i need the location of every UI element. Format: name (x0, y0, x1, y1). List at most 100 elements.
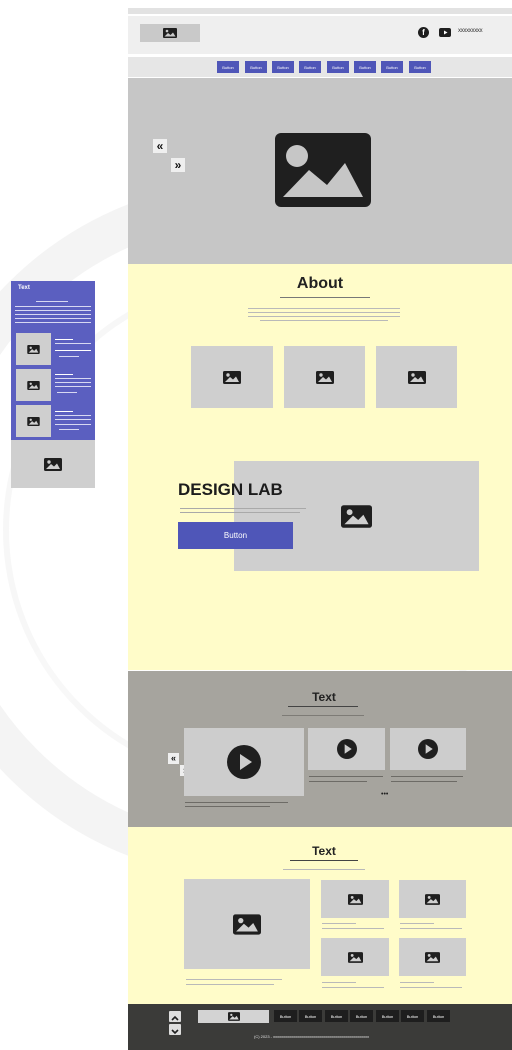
image-icon (227, 1012, 240, 1021)
about-text-line (248, 316, 400, 317)
image-icon (223, 370, 241, 384)
nav-buttons: Button Button Button Button Button Butto… (217, 61, 433, 73)
thumb-caption-line (391, 781, 457, 782)
mobile-item-line (55, 415, 91, 416)
mobile-item-line (59, 356, 79, 357)
thumb-caption-line (391, 776, 463, 777)
design-lab-text-line (180, 508, 306, 509)
logo-image-icon[interactable] (140, 24, 200, 42)
about-image-2 (284, 346, 365, 408)
video-thumb-1[interactable] (308, 728, 385, 770)
footer-button[interactable]: Button (299, 1010, 322, 1022)
image-icon (315, 370, 334, 384)
mobile-item-line (55, 378, 91, 379)
news-thumb-caption (400, 987, 462, 988)
hero-image-icon (275, 133, 371, 207)
thumb-caption-line (309, 776, 383, 777)
mobile-preview-title: Text (18, 285, 30, 291)
image-icon (347, 893, 363, 905)
video-section-title: Text (312, 690, 336, 704)
play-icon (336, 739, 357, 759)
video-player-main[interactable] (184, 728, 304, 796)
image-icon (27, 344, 40, 354)
news-thumb-caption (400, 923, 434, 924)
nav-button[interactable]: Button (272, 61, 294, 73)
facebook-icon[interactable]: f (418, 27, 429, 38)
news-subtitle-line (283, 869, 365, 870)
nav-button[interactable]: Button (381, 61, 403, 73)
news-main-caption-line (186, 984, 274, 985)
about-text-line (248, 308, 400, 309)
youtube-icon[interactable] (439, 28, 451, 37)
video-pagination-dots[interactable]: ••• (381, 791, 388, 798)
mobile-list-image-1 (16, 333, 51, 365)
hero-next-button[interactable]: » (171, 158, 185, 172)
news-title-underline (290, 860, 358, 861)
news-section: Text (128, 827, 512, 1004)
about-image-3 (376, 346, 457, 408)
play-icon (227, 745, 261, 779)
footer-nav: Button Button Button Button Button Butto… (274, 1010, 450, 1022)
mobile-text-line (36, 301, 68, 302)
mobile-text-line (15, 306, 91, 307)
play-icon (418, 739, 438, 759)
mobile-item-line (59, 429, 79, 430)
image-icon (27, 380, 40, 390)
news-thumb-4 (399, 938, 466, 976)
image-icon (44, 457, 62, 471)
nav-button[interactable]: Button (299, 61, 321, 73)
mobile-preview: Text (11, 281, 95, 440)
scroll-down-button[interactable] (169, 1024, 181, 1035)
image-icon (425, 951, 440, 963)
footer-button[interactable]: Button (401, 1010, 424, 1022)
chevron-up-icon (171, 1015, 179, 1021)
nav-button[interactable]: Button (409, 61, 431, 73)
mobile-text-line (15, 322, 91, 323)
hero-prev-button[interactable]: « (153, 139, 167, 153)
image-icon (407, 370, 426, 384)
image-icon (425, 893, 440, 905)
footer-button[interactable]: Button (350, 1010, 373, 1022)
thumb-caption-line (309, 781, 367, 782)
nav-button[interactable]: Button (354, 61, 376, 73)
account-text[interactable]: xxxxxxxxx (458, 28, 483, 34)
video-thumb-2[interactable] (390, 728, 466, 770)
image-icon (233, 913, 261, 935)
news-thumb-1 (321, 880, 389, 918)
mobile-item-line (55, 350, 91, 351)
scroll-up-button[interactable] (169, 1011, 181, 1022)
footer-button[interactable]: Button (325, 1010, 348, 1022)
news-thumb-caption (322, 923, 356, 924)
footer-logo-image[interactable] (198, 1010, 269, 1023)
nav-button[interactable]: Button (217, 61, 239, 73)
footer: Button Button Button Button Button Butto… (128, 1004, 512, 1050)
design-lab-button[interactable]: Button (178, 522, 293, 549)
news-thumb-caption (400, 928, 462, 929)
video-title-underline (288, 706, 358, 707)
hero-slider: « » (128, 78, 512, 264)
news-thumb-caption (322, 987, 384, 988)
about-text-line (248, 312, 400, 313)
news-thumb-2 (399, 880, 466, 918)
mobile-item-line (55, 419, 91, 420)
news-main-image (184, 879, 310, 969)
nav-button[interactable]: Button (245, 61, 267, 73)
mobile-item-line (55, 339, 73, 340)
mobile-text-line (15, 314, 91, 315)
nav-button[interactable]: Button (327, 61, 349, 73)
video-section: Text « » ••• (128, 671, 512, 827)
footer-button[interactable]: Button (427, 1010, 450, 1022)
footer-button[interactable]: Button (274, 1010, 297, 1022)
nav-bar: Button Button Button Button Button Butto… (128, 57, 512, 77)
mobile-list-image-2 (16, 369, 51, 401)
image-icon (341, 504, 372, 528)
footer-copyright: (C) 2023 - xxxxxxxxxxxxxxxxxxxxxxxxxxxxx… (254, 1034, 370, 1039)
mobile-bottom-image (11, 440, 95, 488)
video-prev-button[interactable]: « (168, 753, 179, 764)
about-image-1 (191, 346, 273, 408)
mobile-item-line (55, 343, 91, 344)
about-text-line (260, 320, 388, 321)
design-lab-title: DESIGN LAB (178, 480, 283, 499)
footer-button[interactable]: Button (376, 1010, 399, 1022)
video-caption-line (185, 802, 288, 803)
